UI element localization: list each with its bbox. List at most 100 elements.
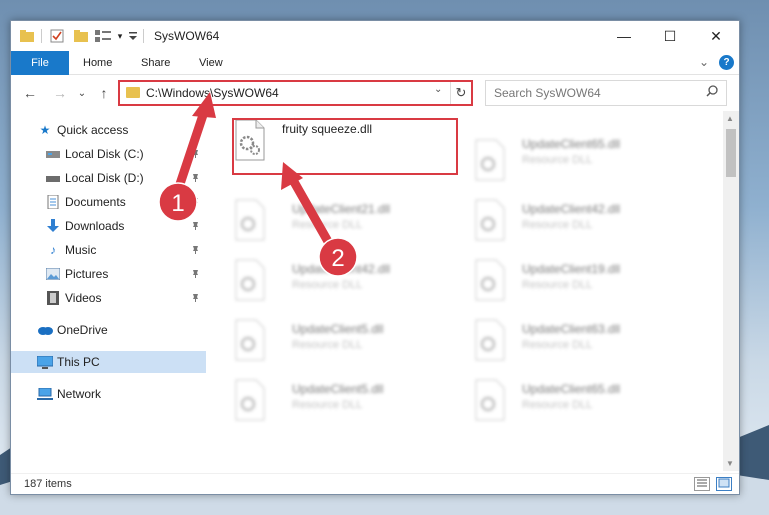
scrollbar-thumb[interactable] <box>726 129 736 177</box>
sidebar-item-label: Documents <box>65 195 126 209</box>
file-item[interactable]: UpdateClient5.dll Resource DLL <box>234 379 454 433</box>
file-item[interactable]: UpdateClient5.dll Resource DLL <box>234 319 454 373</box>
file-type: Resource DLL <box>292 219 363 231</box>
sidebar-item-videos[interactable]: Videos <box>11 287 206 309</box>
view-options-icon[interactable] <box>95 28 111 44</box>
window-title: SysWOW64 <box>154 29 220 43</box>
refresh-button[interactable]: ↻ <box>450 82 471 104</box>
file-item[interactable]: UpdateClient63.dll Resource DLL <box>474 319 694 373</box>
file-item[interactable]: UpdateClient42.dll Resource DLL <box>474 199 694 253</box>
recent-locations-button[interactable]: ⌄ <box>73 84 91 102</box>
tab-home[interactable]: Home <box>69 51 126 75</box>
vertical-scrollbar[interactable]: ▲ ▼ <box>723 111 739 471</box>
expand-ribbon-icon[interactable]: ⌄ <box>699 55 709 69</box>
music-icon: ♪ <box>50 243 56 257</box>
sidebar-item-music[interactable]: ♪ Music <box>11 239 206 261</box>
sidebar-item-onedrive[interactable]: OneDrive <box>11 319 206 341</box>
sidebar-item-network[interactable]: Network <box>11 383 206 405</box>
file-type: Resource DLL <box>522 339 593 351</box>
title-bar: ▾ SysWOW64 — ☐ ✕ <box>11 21 739 51</box>
tab-view[interactable]: View <box>185 51 237 75</box>
explorer-window: ▾ SysWOW64 — ☐ ✕ File Home Share View ⌄ … <box>10 20 740 495</box>
drive-icon <box>45 147 61 161</box>
cloud-icon <box>37 323 53 337</box>
videos-icon <box>45 291 61 305</box>
search-input[interactable]: Search SysWOW64 <box>494 86 601 100</box>
sidebar-item-this-pc[interactable]: This PC <box>11 351 206 373</box>
file-name: UpdateClient19.dll <box>522 262 621 276</box>
sidebar-item-label: Pictures <box>65 267 109 281</box>
pin-icon[interactable] <box>191 245 200 256</box>
new-folder-icon[interactable] <box>73 28 89 44</box>
sidebar-item-label: This PC <box>57 355 100 369</box>
file-name: UpdateClient5.dll <box>292 322 384 336</box>
file-highlight-box <box>232 118 458 175</box>
pin-icon[interactable] <box>191 149 200 160</box>
sidebar-item-downloads[interactable]: Downloads <box>11 215 206 237</box>
sidebar-item-label: OneDrive <box>57 323 108 337</box>
sidebar-item-local-disk-d[interactable]: Local Disk (D:) <box>11 167 206 189</box>
tab-share[interactable]: Share <box>127 51 184 75</box>
sidebar-item-quick-access[interactable]: ★ Quick access <box>11 119 206 141</box>
help-icon[interactable]: ? <box>719 55 734 70</box>
file-name: UpdateClient65.dll <box>522 382 621 396</box>
file-item[interactable]: UpdateClient65.dll Resource DLL <box>474 137 694 193</box>
tab-file[interactable]: File <box>11 51 69 75</box>
pin-icon[interactable] <box>191 173 200 184</box>
customize-toolbar-icon[interactable] <box>125 28 141 44</box>
file-type: Resource DLL <box>522 219 593 231</box>
file-item[interactable]: UpdateClient42.dll Resource DLL <box>234 259 454 313</box>
dll-file-icon <box>475 379 505 421</box>
dll-file-icon <box>235 319 265 361</box>
dll-file-icon <box>475 139 505 181</box>
file-item[interactable]: UpdateClient19.dll Resource DLL <box>474 259 694 313</box>
close-button[interactable]: ✕ <box>693 21 739 51</box>
ribbon-tabs: File Home Share View ⌄ ? <box>11 51 739 75</box>
dll-file-icon <box>475 199 505 241</box>
pin-icon[interactable] <box>191 269 200 280</box>
file-item[interactable]: UpdateClient21.dll Resource DLL <box>234 199 454 253</box>
sidebar-item-pictures[interactable]: Pictures <box>11 263 206 285</box>
file-name: UpdateClient21.dll <box>292 202 391 216</box>
sidebar-item-label: Quick access <box>57 123 129 137</box>
minimize-button[interactable]: — <box>601 21 647 51</box>
scroll-down-icon[interactable]: ▼ <box>726 459 734 468</box>
pin-icon[interactable] <box>191 221 200 232</box>
status-bar: 187 items <box>11 473 739 494</box>
file-type: Resource DLL <box>292 339 363 351</box>
maximize-button[interactable]: ☐ <box>647 21 693 51</box>
tiles-view-icon[interactable] <box>716 477 732 491</box>
separator <box>143 29 144 43</box>
separator <box>41 29 42 43</box>
sidebar-item-label: Videos <box>65 291 102 305</box>
sidebar-item-label: Local Disk (C:) <box>65 147 144 161</box>
file-name: UpdateClient5.dll <box>292 382 384 396</box>
file-type: Resource DLL <box>292 399 363 411</box>
navigation-bar: ← → ⌄ ↑ C:\Windows\SysWOW64 ⌄ ↻ Search S… <box>11 78 739 108</box>
file-item[interactable]: UpdateClient65.dll Resource DLL <box>474 379 694 433</box>
dll-file-icon <box>475 259 505 301</box>
scroll-up-icon[interactable]: ▲ <box>726 114 734 123</box>
dll-file-icon <box>475 319 505 361</box>
address-dropdown-icon[interactable]: ⌄ <box>434 84 442 95</box>
search-box[interactable]: Search SysWOW64 <box>485 80 727 106</box>
back-button[interactable]: ← <box>21 84 39 102</box>
star-icon: ★ <box>39 123 51 137</box>
address-path[interactable]: C:\Windows\SysWOW64 <box>146 86 279 100</box>
navigation-pane: ★ Quick access Local Disk (C:) Local Dis… <box>11 111 211 471</box>
pin-icon[interactable] <box>191 293 200 304</box>
file-type: Resource DLL <box>522 154 593 166</box>
search-icon[interactable] <box>706 85 718 100</box>
properties-icon[interactable] <box>49 28 65 44</box>
details-view-icon[interactable] <box>694 477 710 491</box>
address-bar[interactable]: C:\Windows\SysWOW64 ⌄ ↻ <box>118 80 473 106</box>
pin-icon[interactable] <box>191 197 200 208</box>
drive-icon <box>45 171 61 185</box>
documents-icon <box>45 195 61 209</box>
up-button[interactable]: ↑ <box>95 84 113 102</box>
sidebar-item-documents[interactable]: Documents <box>11 191 206 213</box>
dll-file-icon <box>235 259 265 301</box>
forward-button[interactable]: → <box>51 84 69 102</box>
dll-file-icon <box>235 379 265 421</box>
sidebar-item-local-disk-c[interactable]: Local Disk (C:) <box>11 143 206 165</box>
